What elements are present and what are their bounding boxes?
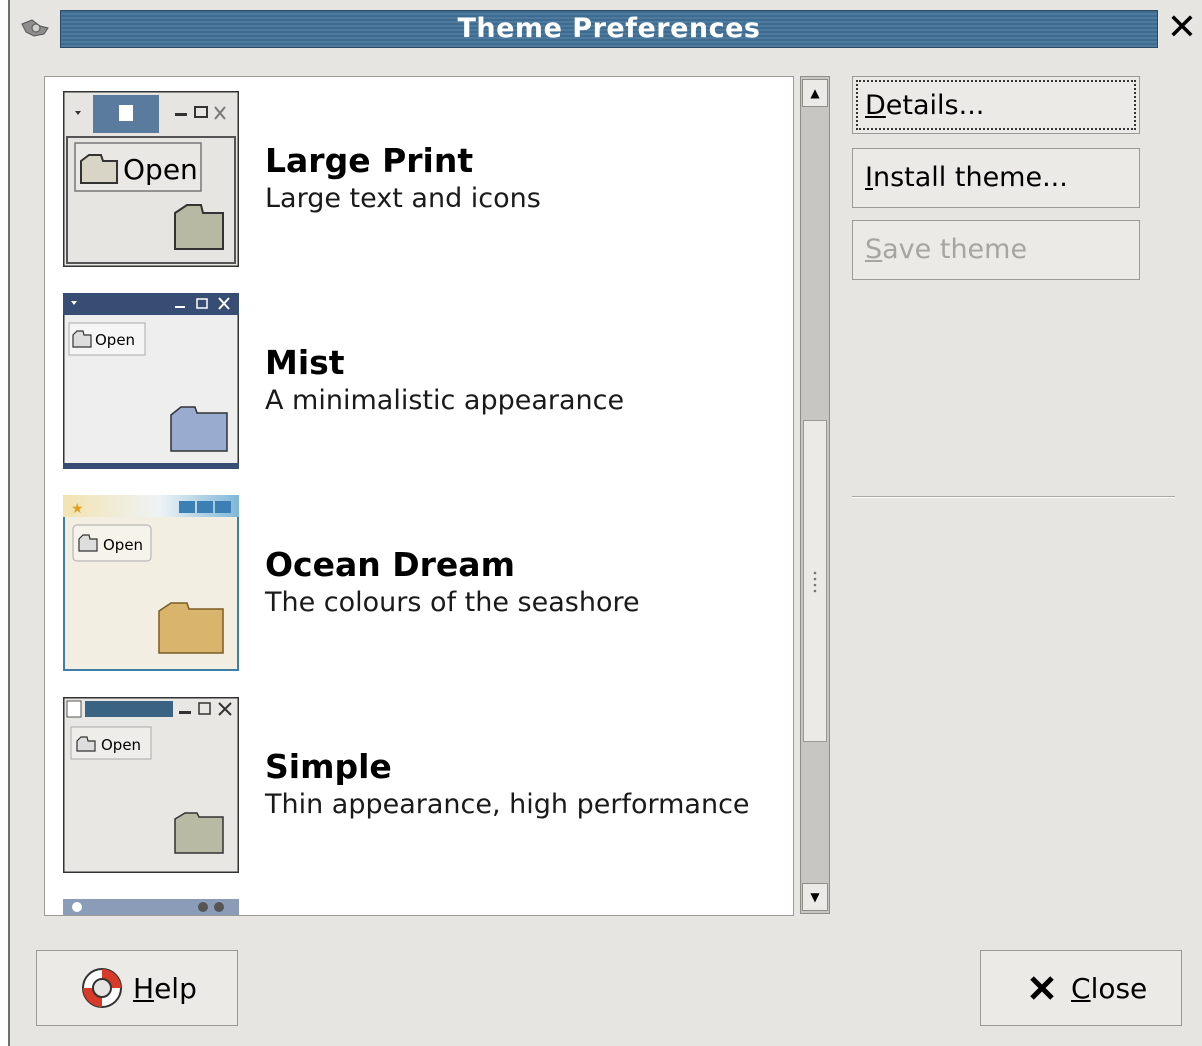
theme-name: Large Print — [265, 141, 474, 180]
theme-preview-partial-icon — [63, 899, 239, 915]
close-button[interactable]: Close — [980, 950, 1182, 1026]
save-theme-button[interactable]: Save theme — [852, 220, 1140, 280]
window-title: Theme Preferences — [60, 10, 1158, 48]
theme-name: Simple — [265, 747, 392, 786]
svg-text:★: ★ — [71, 501, 84, 517]
install-theme-button[interactable]: Install theme... — [852, 148, 1140, 208]
theme-description: A minimalistic appearance — [265, 385, 625, 416]
theme-preview-simple-icon: Open — [63, 697, 239, 873]
scroll-up-button[interactable]: ▲ — [802, 79, 828, 107]
list-item[interactable]: Open Mist A minimalistic appearance — [45, 279, 793, 481]
theme-name: Ocean Dream — [265, 545, 515, 584]
scrollbar-thumb[interactable] — [803, 420, 827, 742]
list-scrollbar[interactable]: ▲ ▼ — [800, 76, 830, 914]
theme-list[interactable]: Open Large Print Large text and icons Op… — [44, 76, 794, 916]
list-item[interactable] — [45, 885, 793, 915]
window-menu-icon[interactable] — [18, 14, 54, 42]
svg-text:Open: Open — [103, 536, 143, 554]
list-item[interactable]: ★ Open Ocean Dream The colours of the se… — [45, 481, 793, 683]
theme-preview-large-print-icon: Open — [63, 91, 239, 267]
help-label: Help — [133, 972, 197, 1005]
theme-description: Large text and icons — [265, 183, 541, 214]
scroll-down-button[interactable]: ▼ — [802, 883, 828, 911]
separator — [852, 496, 1175, 498]
theme-preview-ocean-dream-icon: ★ Open — [63, 495, 239, 671]
help-button[interactable]: Help — [36, 950, 238, 1026]
x-icon — [1030, 976, 1054, 1000]
grip-icon — [813, 571, 817, 593]
svg-text:Open: Open — [123, 153, 198, 186]
close-icon[interactable]: ✕ — [1164, 8, 1200, 48]
details-button[interactable]: Details... — [852, 76, 1140, 134]
list-item[interactable]: Open Large Print Large text and icons — [45, 77, 793, 279]
svg-text:Open: Open — [101, 736, 141, 754]
title-bar[interactable]: Theme Preferences ✕ — [10, 0, 1202, 58]
svg-text:Open: Open — [95, 331, 135, 349]
theme-description: Thin appearance, high performance — [265, 789, 750, 820]
theme-name: Mist — [265, 343, 345, 382]
theme-preferences-window: Theme Preferences ✕ Open Large Print Lar… — [8, 0, 1202, 1046]
list-item[interactable]: Open Simple Thin appearance, high perfor… — [45, 683, 793, 885]
theme-preview-mist-icon: Open — [63, 293, 239, 469]
close-label: Close — [1071, 972, 1148, 1005]
lifebuoy-icon — [82, 968, 122, 1008]
theme-description: The colours of the seashore — [265, 587, 640, 618]
